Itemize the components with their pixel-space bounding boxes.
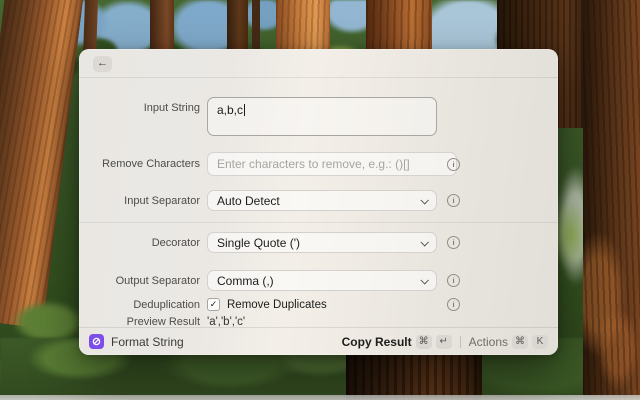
row-output-separator: Output Separator Comma (,) i xyxy=(79,270,558,291)
input-separator-label: Input Separator xyxy=(79,195,200,207)
decorator-value: Single Quote (') xyxy=(217,236,300,250)
window-header: ← xyxy=(79,49,558,78)
command-key-icon: ⌘ xyxy=(512,335,528,349)
slashed-circle-icon xyxy=(92,337,101,346)
info-icon[interactable]: i xyxy=(447,236,460,249)
decorator-dropdown[interactable]: Single Quote (') xyxy=(207,232,437,253)
section-divider xyxy=(79,222,558,223)
chevron-down-icon xyxy=(420,276,428,284)
info-icon[interactable]: i xyxy=(447,194,460,207)
input-string-label: Input String xyxy=(79,97,200,114)
text-cursor xyxy=(244,104,245,116)
back-button[interactable]: ← xyxy=(93,56,112,72)
checkmark-icon: ✓ xyxy=(210,299,218,310)
copy-result-action[interactable]: Copy Result ⌘ ↵ xyxy=(342,335,452,349)
format-string-app-icon xyxy=(89,334,104,349)
tree-trunk xyxy=(252,0,260,52)
format-string-window: ← Input String a,b,c Remove Characters i… xyxy=(79,49,558,355)
remove-characters-label: Remove Characters xyxy=(79,158,200,170)
row-decorator: Decorator Single Quote (') i xyxy=(79,232,558,253)
row-input-string: Input String a,b,c xyxy=(79,97,558,136)
action-bar: Format String Copy Result ⌘ ↵ Actions ⌘ … xyxy=(79,327,558,355)
back-arrow-icon: ← xyxy=(97,57,108,69)
remove-duplicates-checkbox[interactable]: ✓ xyxy=(207,298,220,311)
actions-menu-button[interactable]: Actions ⌘ K xyxy=(469,335,548,349)
chevron-down-icon xyxy=(420,196,428,204)
input-string-value: a,b,c xyxy=(217,103,243,117)
command-key-icon: ⌘ xyxy=(416,335,432,349)
info-icon[interactable]: i xyxy=(447,274,460,287)
chevron-down-icon xyxy=(420,238,428,246)
tree-trunk xyxy=(346,348,482,400)
remove-characters-input[interactable] xyxy=(207,152,457,176)
actions-label: Actions xyxy=(469,335,508,349)
row-remove-characters: Remove Characters i xyxy=(79,152,558,176)
info-icon[interactable]: i xyxy=(447,158,460,171)
input-string-textarea[interactable]: a,b,c xyxy=(207,97,437,136)
row-deduplication: Deduplication ✓ Remove Duplicates i xyxy=(79,298,558,311)
tree-trunk xyxy=(583,0,640,400)
deduplication-label: Deduplication xyxy=(79,299,200,311)
input-separator-dropdown[interactable]: Auto Detect xyxy=(207,190,437,211)
decorator-label: Decorator xyxy=(79,237,200,249)
remove-duplicates-option-label[interactable]: Remove Duplicates xyxy=(227,299,327,311)
output-separator-dropdown[interactable]: Comma (,) xyxy=(207,270,437,291)
copy-result-label: Copy Result xyxy=(342,335,412,349)
output-separator-value: Comma (,) xyxy=(217,274,274,288)
k-key-icon: K xyxy=(532,335,548,349)
input-separator-value: Auto Detect xyxy=(217,194,280,208)
app-name-label: Format String xyxy=(111,335,184,349)
output-separator-label: Output Separator xyxy=(79,275,200,287)
ground-strip xyxy=(0,395,640,400)
footer-divider xyxy=(460,336,461,348)
info-icon[interactable]: i xyxy=(447,298,460,311)
return-key-icon: ↵ xyxy=(436,335,452,349)
row-input-separator: Input Separator Auto Detect i xyxy=(79,190,558,211)
